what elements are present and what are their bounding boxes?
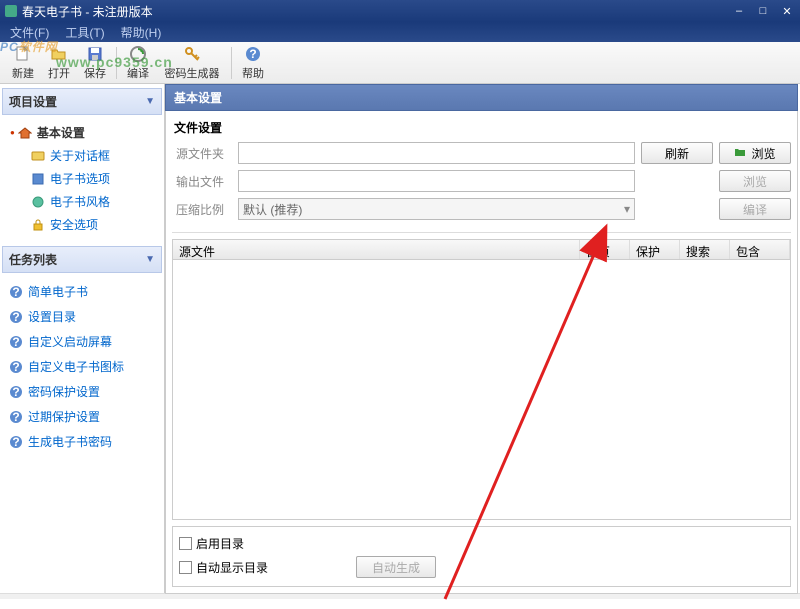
key-icon xyxy=(182,44,202,64)
sidebar: 项目设置 ▼ ● 基本设置 关于对话框 电子书选项 电子书风格 xyxy=(0,84,165,593)
browse-output-button[interactable]: 浏览 xyxy=(719,170,791,192)
chevron-down-icon: ▼ xyxy=(145,96,155,107)
task-password-protect[interactable]: ?密码保护设置 xyxy=(6,379,162,404)
new-icon xyxy=(13,44,33,64)
toolbar-open-button[interactable]: 打开 xyxy=(42,42,76,83)
toolbar: 新建 打开 保存 编译 密码生成器 ? 帮助 xyxy=(0,42,800,84)
toolbar-help-button[interactable]: ? 帮助 xyxy=(236,42,270,83)
tree-item-security-options[interactable]: 安全选项 xyxy=(8,213,162,236)
book-icon xyxy=(30,171,46,187)
svg-text:?: ? xyxy=(12,385,19,399)
svg-text:?: ? xyxy=(12,335,19,349)
svg-text:?: ? xyxy=(12,310,19,324)
col-homepage[interactable]: 首页 xyxy=(580,240,630,259)
tree-item-ebook-style[interactable]: 电子书风格 xyxy=(8,190,162,213)
folder-icon xyxy=(734,146,748,160)
src-folder-label: 源文件夹 xyxy=(172,145,232,162)
bottom-options: 启用目录 自动显示目录 自动生成 xyxy=(172,526,791,587)
help-icon: ? xyxy=(243,44,263,64)
app-icon xyxy=(4,4,18,18)
toolbar-save-button[interactable]: 保存 xyxy=(78,42,112,83)
col-src-file[interactable]: 源文件 xyxy=(173,240,580,259)
help-icon: ? xyxy=(8,434,24,450)
help-icon: ? xyxy=(8,309,24,325)
title-bar: 春天电子书 - 未注册版本 – □ ✕ xyxy=(0,0,800,22)
refresh-button[interactable]: 刷新 xyxy=(641,142,713,164)
task-expiry-protect[interactable]: ?过期保护设置 xyxy=(6,404,162,429)
window-title: 春天电子书 - 未注册版本 xyxy=(22,3,730,20)
help-icon: ? xyxy=(8,359,24,375)
task-simple-ebook[interactable]: ?简单电子书 xyxy=(6,279,162,304)
menu-help[interactable]: 帮助(H) xyxy=(115,22,168,43)
task-gen-ebook-password[interactable]: ?生成电子书密码 xyxy=(6,429,162,454)
content-panel: 基本设置 文件设置 源文件夹 刷新 浏览 输出文件 浏览 压缩比例 xyxy=(165,84,800,593)
col-protect[interactable]: 保护 xyxy=(630,240,680,259)
auto-generate-button[interactable]: 自动生成 xyxy=(356,556,436,578)
task-custom-icon[interactable]: ?自定义电子书图标 xyxy=(6,354,162,379)
project-tree: ● 基本设置 关于对话框 电子书选项 电子书风格 安全选项 xyxy=(2,117,162,246)
help-icon: ? xyxy=(8,334,24,350)
menu-bar: 文件(F) 工具(T) 帮助(H) xyxy=(0,22,800,42)
globe-icon xyxy=(30,194,46,210)
lock-icon xyxy=(30,217,46,233)
open-icon xyxy=(49,44,69,64)
tree-item-ebook-options[interactable]: 电子书选项 xyxy=(8,167,162,190)
svg-text:?: ? xyxy=(12,285,19,299)
help-icon: ? xyxy=(8,384,24,400)
task-set-toc[interactable]: ?设置目录 xyxy=(6,304,162,329)
project-settings-header[interactable]: 项目设置 ▼ xyxy=(2,88,162,115)
maximize-button[interactable]: □ xyxy=(754,4,772,18)
toolbar-compile-button[interactable]: 编译 xyxy=(121,42,155,83)
panel-title: 基本设置 xyxy=(165,84,798,111)
browse-src-button[interactable]: 浏览 xyxy=(719,142,791,164)
svg-text:?: ? xyxy=(12,410,19,424)
minimize-button[interactable]: – xyxy=(730,4,748,18)
menu-tools[interactable]: 工具(T) xyxy=(59,22,110,43)
task-custom-splash[interactable]: ?自定义启动屏幕 xyxy=(6,329,162,354)
help-icon: ? xyxy=(8,284,24,300)
chevron-down-icon: ▾ xyxy=(624,202,630,216)
toolbar-pwdgen-button[interactable]: 密码生成器 xyxy=(157,42,227,83)
chevron-down-icon: ▼ xyxy=(145,254,155,265)
close-button[interactable]: ✕ xyxy=(778,4,796,18)
task-list: ?简单电子书 ?设置目录 ?自定义启动屏幕 ?自定义电子书图标 ?密码保护设置 … xyxy=(2,275,162,454)
src-folder-input[interactable] xyxy=(238,142,635,164)
svg-text:?: ? xyxy=(249,47,256,61)
file-settings-title: 文件设置 xyxy=(172,117,791,142)
auto-show-toc-label: 自动显示目录 xyxy=(196,559,268,576)
compile-icon xyxy=(128,44,148,64)
col-search[interactable]: 搜索 xyxy=(680,240,730,259)
menu-file[interactable]: 文件(F) xyxy=(4,22,55,43)
toolbar-separator xyxy=(116,47,117,79)
enable-toc-label: 启用目录 xyxy=(196,535,244,552)
auto-show-toc-checkbox[interactable] xyxy=(179,561,192,574)
task-list-header[interactable]: 任务列表 ▼ xyxy=(2,246,162,273)
svg-text:?: ? xyxy=(12,360,19,374)
list-header: 源文件 首页 保护 搜索 包含 xyxy=(173,240,790,260)
compression-select[interactable]: 默认 (推荐)▾ xyxy=(238,198,635,220)
compile-button[interactable]: 编译 xyxy=(719,198,791,220)
save-icon xyxy=(85,44,105,64)
source-file-list: 源文件 首页 保护 搜索 包含 xyxy=(172,239,791,520)
toolbar-new-button[interactable]: 新建 xyxy=(6,42,40,83)
list-body[interactable] xyxy=(173,260,790,519)
toolbar-separator xyxy=(231,47,232,79)
help-icon: ? xyxy=(8,409,24,425)
enable-toc-checkbox[interactable] xyxy=(179,537,192,550)
compression-label: 压缩比例 xyxy=(172,201,232,218)
tree-item-about-dialog[interactable]: 关于对话框 xyxy=(8,144,162,167)
output-file-label: 输出文件 xyxy=(172,173,232,190)
dialog-icon xyxy=(30,148,46,164)
home-icon xyxy=(17,125,33,141)
tree-item-basic-settings[interactable]: ● 基本设置 xyxy=(8,121,162,144)
col-include[interactable]: 包含 xyxy=(730,240,790,259)
bullet-icon: ● xyxy=(10,128,15,137)
output-file-input[interactable] xyxy=(238,170,635,192)
svg-text:?: ? xyxy=(12,435,19,449)
